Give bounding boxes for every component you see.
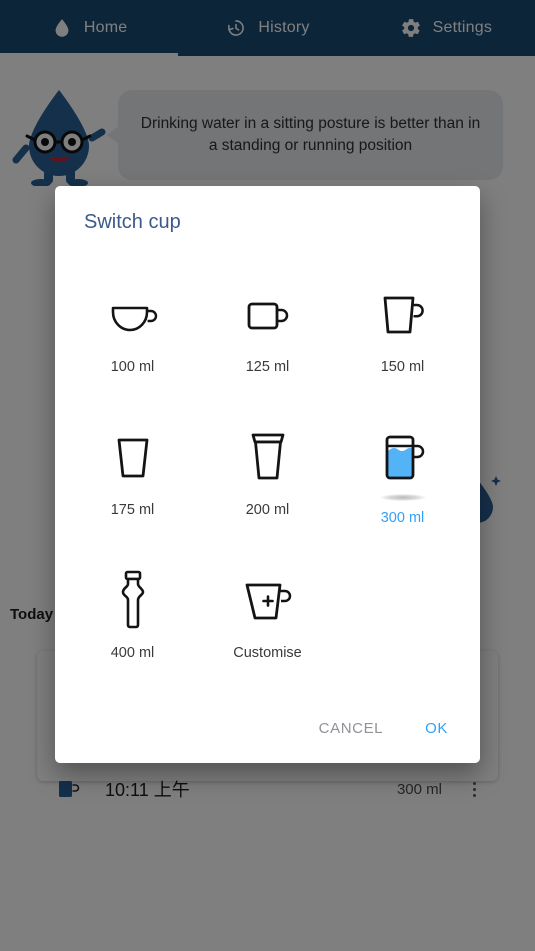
cup-grid-empty-cell: [335, 548, 470, 691]
cup-options-grid: 100 ml 125 ml 150 ml 175 ml 200 ml 300 m…: [55, 262, 480, 691]
cup-option-200ml-label: 200 ml: [245, 502, 290, 518]
small-mug-icon: [235, 280, 301, 350]
bottle-icon: [100, 566, 166, 636]
cup-option-175ml-label: 175 ml: [110, 502, 155, 518]
selected-cup-shadow: [379, 494, 426, 501]
cup-option-200ml[interactable]: 200 ml: [200, 405, 335, 548]
measuring-jug-plus-icon: [235, 566, 301, 636]
cup-option-150ml-label: 150 ml: [380, 359, 425, 375]
cup-option-customise-label: Customise: [233, 645, 302, 661]
cup-option-175ml[interactable]: 175 ml: [65, 405, 200, 548]
dialog-actions: CANCEL OK: [303, 710, 464, 747]
takeaway-cup-icon: [235, 423, 301, 493]
teacup-icon: [100, 280, 166, 350]
cancel-button[interactable]: CANCEL: [303, 710, 399, 747]
cup-option-125ml-label: 125 ml: [245, 359, 290, 375]
cup-option-100ml[interactable]: 100 ml: [65, 262, 200, 405]
cup-option-customise[interactable]: Customise: [200, 548, 335, 691]
filled-mug-icon: [370, 423, 436, 493]
cup-option-300ml-label: 300 ml: [380, 510, 425, 526]
cup-option-125ml[interactable]: 125 ml: [200, 262, 335, 405]
tall-mug-icon: [370, 280, 436, 350]
cup-option-400ml-label: 400 ml: [110, 645, 155, 661]
cup-option-150ml[interactable]: 150 ml: [335, 262, 470, 405]
switch-cup-dialog: Switch cup 100 ml 125 ml 150 ml 175 ml 2…: [55, 186, 480, 763]
cup-option-300ml[interactable]: 300 ml: [335, 405, 470, 548]
cup-option-100ml-label: 100 ml: [110, 359, 155, 375]
ok-button[interactable]: OK: [409, 710, 464, 747]
cup-option-400ml[interactable]: 400 ml: [65, 548, 200, 691]
dialog-title: Switch cup: [84, 211, 181, 233]
glass-icon: [100, 423, 166, 493]
